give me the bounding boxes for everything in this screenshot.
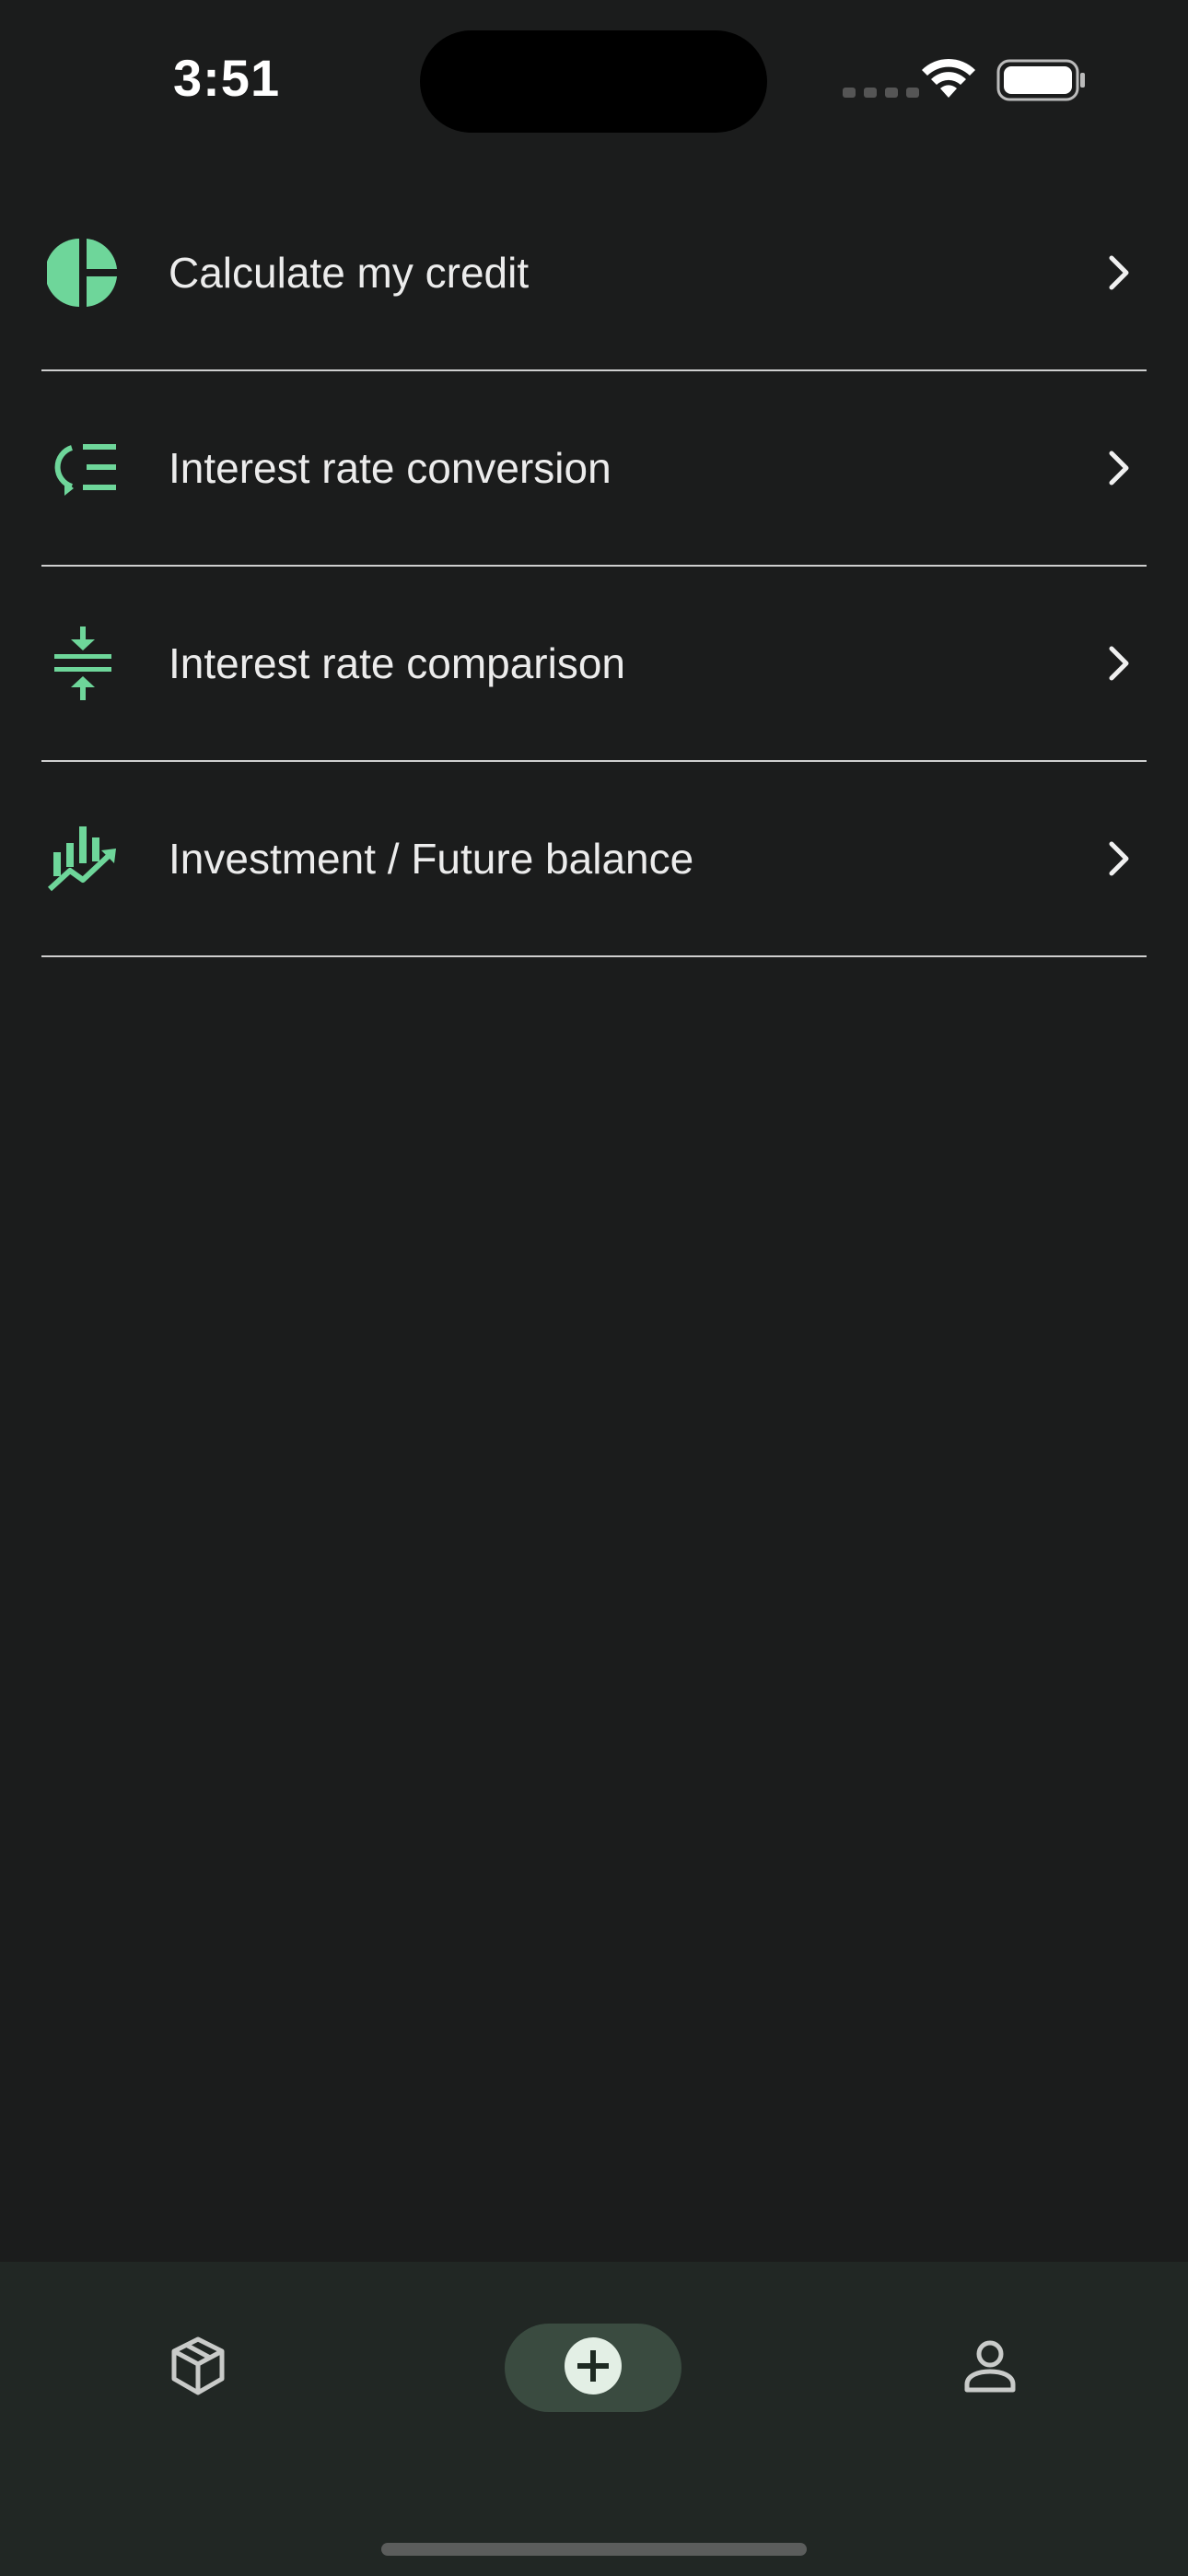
menu-item-calculate-credit[interactable]: Calculate my credit bbox=[41, 176, 1147, 371]
bar-chart-trend-icon bbox=[43, 819, 122, 898]
home-indicator bbox=[381, 2543, 807, 2556]
person-icon bbox=[962, 2338, 1018, 2398]
tab-profile[interactable] bbox=[949, 2322, 1031, 2414]
chevron-right-icon bbox=[1101, 636, 1137, 691]
status-time: 3:51 bbox=[173, 49, 281, 107]
dynamic-island bbox=[420, 30, 767, 133]
menu-item-label: Calculate my credit bbox=[169, 249, 530, 297]
menu-item-label: Investment / Future balance bbox=[169, 835, 694, 883]
status-bar: 3:51 bbox=[0, 0, 1188, 157]
menu-item-label: Interest rate conversion bbox=[169, 444, 611, 492]
battery-icon bbox=[996, 59, 1087, 106]
tab-products[interactable] bbox=[157, 2322, 239, 2414]
add-circle-icon bbox=[563, 2336, 623, 2401]
menu-item-investment-future-balance[interactable]: Investment / Future balance bbox=[41, 762, 1147, 957]
chevron-right-icon bbox=[1101, 831, 1137, 886]
compress-vertical-icon bbox=[43, 624, 122, 703]
cellular-signal-icon bbox=[843, 88, 919, 98]
wifi-icon bbox=[921, 57, 976, 104]
bottom-tab-bar bbox=[0, 2262, 1188, 2576]
cube-icon bbox=[169, 2336, 227, 2401]
chevron-right-icon bbox=[1101, 245, 1137, 300]
tab-calculators[interactable] bbox=[505, 2324, 681, 2412]
pie-chart-icon bbox=[43, 233, 122, 312]
menu-item-interest-rate-conversion[interactable]: Interest rate conversion bbox=[41, 371, 1147, 567]
calculator-menu-list: Calculate my credit Interest rate conver… bbox=[41, 176, 1147, 957]
menu-item-interest-rate-comparison[interactable]: Interest rate comparison bbox=[41, 567, 1147, 762]
menu-item-label: Interest rate comparison bbox=[169, 639, 626, 687]
chevron-right-icon bbox=[1101, 440, 1137, 496]
convert-list-icon bbox=[43, 428, 122, 508]
